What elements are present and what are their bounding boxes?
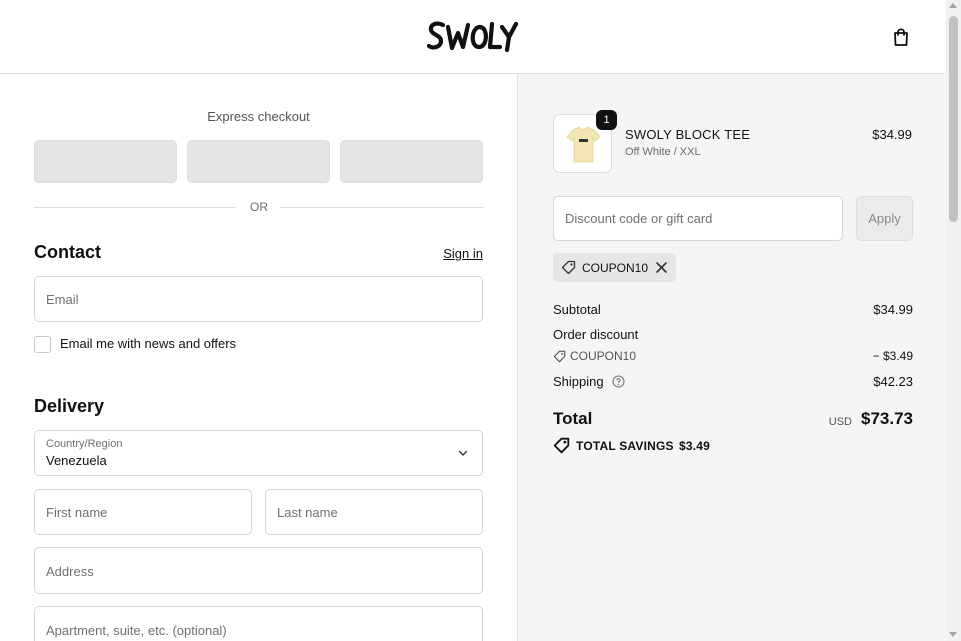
country-select[interactable]: Country/Region Venezuela — [34, 430, 483, 476]
tag-icon — [553, 350, 566, 363]
subtotal-row: Subtotal $34.99 — [553, 302, 913, 318]
product-variant: Off White / XXL — [625, 146, 701, 158]
divider-line-right — [280, 207, 484, 208]
discount-placeholder: Discount code or gift card — [565, 211, 713, 226]
remove-coupon-icon[interactable] — [655, 261, 668, 274]
shipping-label-wrap: Shipping — [553, 374, 625, 389]
discount-code-input[interactable]: Discount code or gift card — [553, 196, 843, 241]
delivery-heading: Delivery — [34, 396, 105, 416]
last-name-placeholder: Last name — [277, 505, 338, 520]
tag-icon — [553, 437, 570, 454]
last-name-field[interactable]: Last name — [265, 489, 483, 535]
contact-heading: Contact — [34, 242, 101, 262]
product-price: $34.99 — [872, 127, 912, 142]
or-label: OR — [250, 200, 268, 214]
total-row: Total USD $73.73 — [553, 409, 913, 431]
express-pay-button-1[interactable] — [34, 140, 177, 183]
help-icon[interactable] — [612, 375, 625, 388]
subtotal-label: Subtotal — [553, 302, 601, 317]
sign-in-link[interactable]: Sign in — [430, 246, 483, 261]
chevron-down-icon — [458, 450, 468, 456]
express-pay-button-2[interactable] — [187, 140, 330, 183]
product-name: SWOLY BLOCK TEE — [625, 127, 751, 142]
page-scrollbar[interactable] — [946, 0, 961, 641]
or-divider: OR — [34, 199, 484, 215]
tag-icon — [561, 260, 576, 275]
subtotal-value: $34.99 — [873, 302, 913, 317]
scroll-thumb[interactable] — [949, 16, 958, 222]
apply-button[interactable]: Apply — [856, 196, 913, 241]
cart-button[interactable] — [889, 25, 913, 49]
shipping-row: Shipping $42.23 — [553, 374, 913, 390]
coupon-chip: COUPON10 — [553, 253, 676, 282]
apartment-placeholder: Apartment, suite, etc. (optional) — [46, 623, 227, 638]
email-placeholder: Email — [46, 292, 79, 307]
total-value: $73.73 — [861, 409, 913, 428]
savings-label: TOTAL SAVINGS — [576, 439, 674, 453]
shopping-bag-icon — [894, 28, 908, 46]
scroll-up-arrow[interactable] — [949, 3, 957, 8]
coupon-code: COUPON10 — [582, 261, 649, 275]
swoly-logo[interactable] — [426, 16, 519, 56]
address-placeholder: Address — [46, 564, 94, 579]
country-label: Country/Region — [46, 438, 123, 450]
divider-line-left — [34, 207, 236, 208]
savings-value: $3.49 — [679, 439, 711, 453]
apartment-field[interactable]: Apartment, suite, etc. (optional) — [34, 606, 483, 641]
order-discount-label: Order discount — [553, 327, 639, 342]
quantity-badge: 1 — [596, 110, 617, 130]
order-summary: 1 SWOLY BLOCK TEE Off White / XXL $34.99… — [517, 74, 946, 641]
total-label: Total — [553, 409, 593, 428]
email-field[interactable]: Email — [34, 276, 483, 322]
shipping-label: Shipping — [553, 374, 604, 389]
express-checkout-title: Express checkout — [207, 109, 310, 124]
address-field[interactable]: Address — [34, 547, 483, 594]
newsletter-checkbox[interactable] — [34, 336, 51, 353]
newsletter-label: Email me with news and offers — [60, 336, 237, 351]
total-currency: USD — [828, 416, 852, 428]
scroll-down-arrow[interactable] — [949, 632, 957, 637]
discount-code-row: COUPON10 − $3.49 — [553, 349, 913, 365]
country-value: Venezuela — [46, 453, 107, 468]
order-discount-row: Order discount — [553, 327, 913, 343]
checkout-form: Express checkout OR Contact Sign in Emai… — [0, 74, 517, 641]
express-pay-button-3[interactable] — [340, 140, 483, 183]
first-name-placeholder: First name — [46, 505, 108, 520]
header — [0, 0, 946, 74]
discount-value: − $3.49 — [872, 349, 913, 363]
shipping-value: $42.23 — [873, 374, 913, 389]
first-name-field[interactable]: First name — [34, 489, 252, 535]
